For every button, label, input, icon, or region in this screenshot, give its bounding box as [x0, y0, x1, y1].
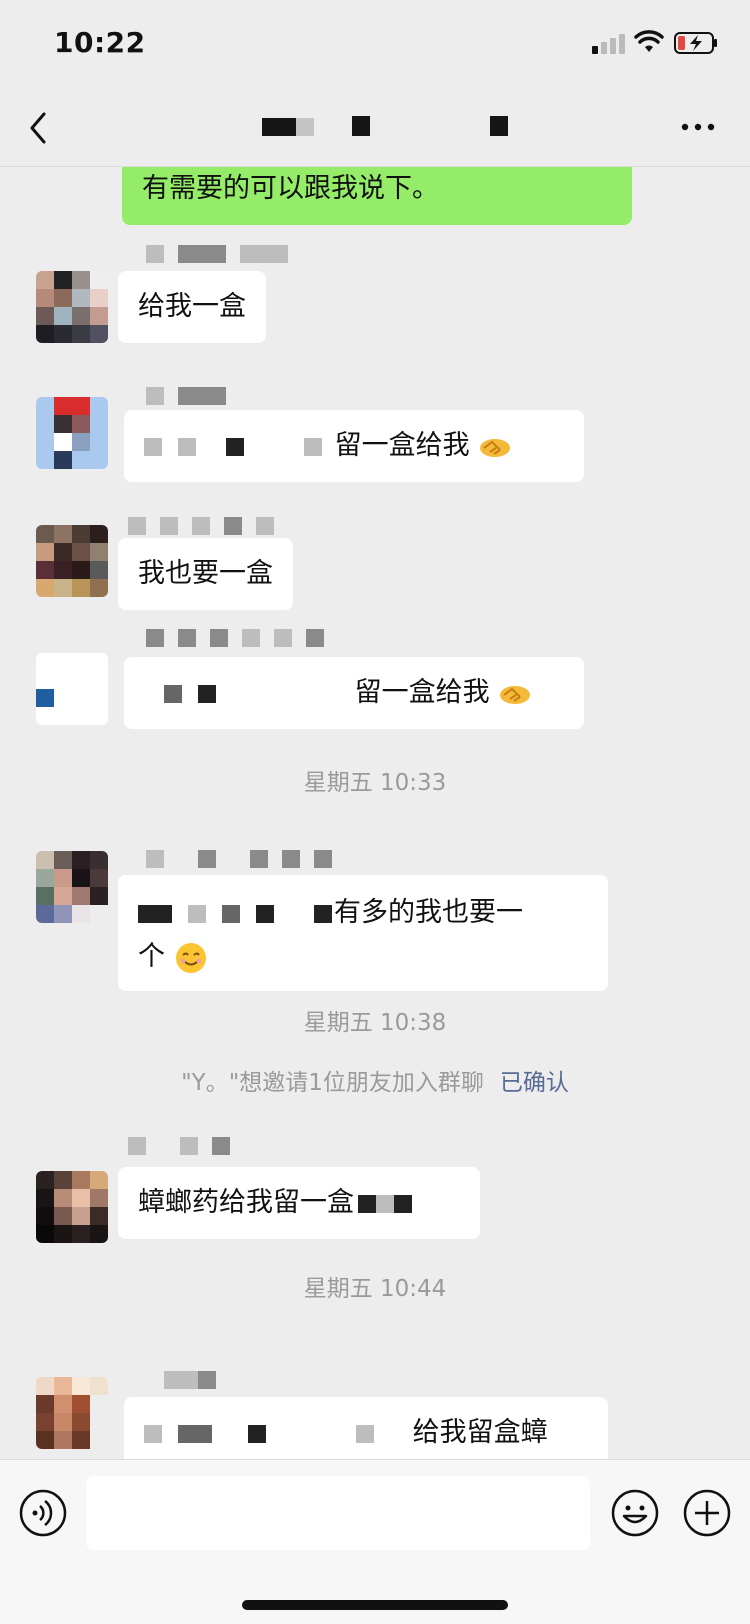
- chat-message-list[interactable]: 有需要的可以跟我说下。 给我一盒 留一盒给我 我也要一盒 留一盒给我 星期五 1…: [0, 167, 750, 1459]
- sender-name-redacted: [128, 517, 288, 539]
- add-more-icon[interactable]: [682, 1488, 732, 1538]
- more-icon[interactable]: [680, 122, 716, 132]
- avatar[interactable]: [36, 271, 108, 343]
- status-bar: 10:22: [0, 0, 750, 88]
- back-icon[interactable]: [24, 108, 52, 148]
- message-bubble[interactable]: 给我留盒蟑: [124, 1397, 608, 1459]
- avatar[interactable]: [36, 1171, 108, 1243]
- avatar[interactable]: [36, 397, 108, 469]
- message-bubble[interactable]: 留一盒给我: [124, 410, 584, 482]
- sender-name-redacted: [128, 1137, 244, 1159]
- message-text: 个: [138, 941, 165, 972]
- sender-name-redacted: [146, 629, 338, 651]
- voice-input-icon[interactable]: [18, 1488, 68, 1538]
- timestamp: 星期五 10:33: [303, 770, 447, 796]
- sender-name-redacted: [146, 387, 240, 409]
- chat-header: [0, 88, 750, 167]
- message-bubble[interactable]: 给我一盒: [118, 271, 266, 343]
- smile-emoji-icon: [175, 942, 206, 973]
- battery-icon: [674, 32, 717, 54]
- system-message: "Y。"想邀请1位朋友加入群聊 已确认: [0, 1063, 750, 1097]
- timestamp: 星期五 10:44: [303, 1276, 447, 1302]
- message-text: 留一盒给我: [354, 677, 490, 708]
- message-text: 留一盒给我: [334, 430, 470, 461]
- message-bubble[interactable]: 蟑螂药给我留一盒: [118, 1167, 480, 1239]
- sender-name-redacted: [164, 1371, 230, 1393]
- status-time: 10:22: [54, 26, 146, 59]
- input-bar: [0, 1459, 750, 1624]
- message-input[interactable]: [86, 1476, 590, 1550]
- home-indicator: [242, 1600, 508, 1610]
- timestamp: 星期五 10:38: [303, 1010, 447, 1036]
- emoji-picker-icon[interactable]: [610, 1488, 660, 1538]
- sender-name-redacted: [146, 245, 302, 267]
- message-bubble[interactable]: 留一盒给我: [124, 657, 584, 729]
- sender-name-redacted: [146, 850, 346, 872]
- handshake-emoji-icon: [500, 685, 531, 704]
- avatar[interactable]: [36, 1377, 108, 1449]
- message-text: 有需要的可以跟我说下。: [142, 173, 439, 204]
- avatar[interactable]: [36, 653, 108, 725]
- message-text: 蟑螂药给我留一盒: [138, 1187, 354, 1218]
- message-text: 我也要一盒: [138, 558, 273, 589]
- message-text: 给我一盒: [138, 291, 246, 322]
- signal-icon: [592, 32, 626, 54]
- avatar[interactable]: [36, 851, 108, 923]
- message-bubble[interactable]: 有多的我也要一 个: [118, 875, 608, 991]
- chat-title-redacted: [200, 106, 550, 146]
- invite-text: "Y。"想邀请1位朋友加入群聊: [181, 1070, 484, 1096]
- message-text: 给我留盒蟑: [412, 1417, 548, 1448]
- message-bubble[interactable]: 我也要一盒: [118, 538, 293, 610]
- message-bubble-self[interactable]: 有需要的可以跟我说下。: [122, 167, 632, 225]
- message-text: 有多的我也要一: [334, 897, 523, 928]
- wifi-icon: [634, 30, 664, 52]
- avatar[interactable]: [36, 525, 108, 597]
- invite-confirmed-link[interactable]: 已确认: [500, 1070, 569, 1096]
- handshake-emoji-icon: [480, 438, 511, 457]
